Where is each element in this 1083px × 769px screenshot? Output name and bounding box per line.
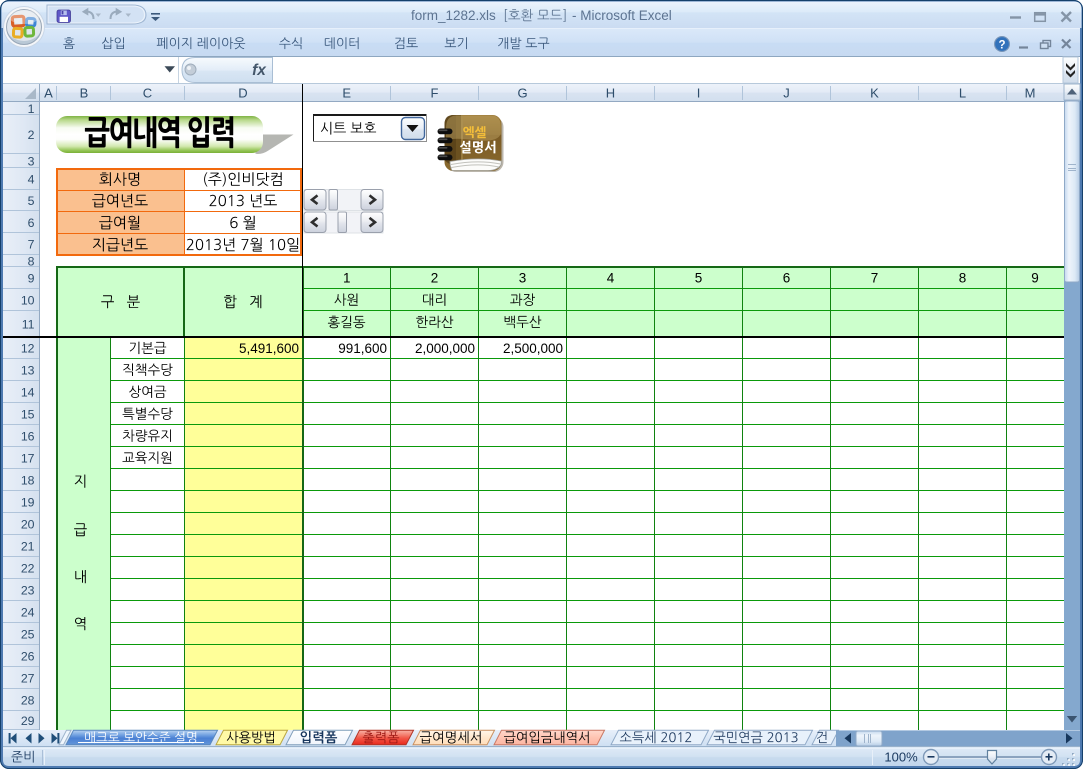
svg-text:fx: fx — [252, 62, 267, 79]
svg-text:form_1282.xls: form_1282.xls — [411, 8, 496, 23]
svg-text:27: 27 — [21, 671, 35, 685]
svg-text:2: 2 — [431, 271, 439, 286]
svg-text:F: F — [431, 86, 439, 101]
svg-text:24: 24 — [21, 605, 35, 619]
svg-text:A: A — [44, 86, 53, 101]
svg-text:3: 3 — [28, 154, 35, 168]
svg-text:4: 4 — [28, 172, 35, 186]
svg-text:18: 18 — [21, 473, 35, 487]
svg-text:991,600: 991,600 — [338, 341, 387, 356]
svg-text:9: 9 — [1031, 271, 1039, 286]
svg-text:1: 1 — [343, 271, 351, 286]
svg-text:100%: 100% — [884, 750, 918, 765]
svg-text:G: G — [517, 86, 527, 101]
svg-text:19: 19 — [21, 495, 35, 509]
svg-text:C: C — [143, 86, 152, 101]
svg-text:6: 6 — [783, 271, 791, 286]
svg-text:2,500,000: 2,500,000 — [503, 341, 563, 356]
svg-text:M: M — [1025, 86, 1036, 101]
svg-text:21: 21 — [21, 539, 35, 553]
svg-text:26: 26 — [21, 649, 35, 663]
svg-text:2,000,000: 2,000,000 — [415, 341, 475, 356]
svg-text:D: D — [238, 86, 247, 101]
svg-text:7: 7 — [871, 271, 879, 286]
svg-text:9: 9 — [28, 271, 35, 285]
svg-text:17: 17 — [21, 451, 35, 465]
svg-text:1: 1 — [28, 102, 35, 116]
svg-text:5: 5 — [28, 194, 35, 208]
svg-text:25: 25 — [21, 627, 35, 641]
svg-text:H: H — [606, 86, 615, 101]
svg-text:28: 28 — [21, 693, 35, 707]
svg-text:10: 10 — [21, 293, 35, 307]
svg-text:8: 8 — [28, 254, 35, 268]
svg-text:- Microsoft Excel: - Microsoft Excel — [572, 8, 672, 23]
svg-text:E: E — [342, 86, 351, 101]
svg-text:29: 29 — [21, 714, 35, 728]
svg-text:20: 20 — [21, 517, 35, 531]
svg-text:3: 3 — [519, 271, 527, 286]
svg-text:5: 5 — [695, 271, 703, 286]
svg-text:4: 4 — [607, 271, 615, 286]
svg-text:8: 8 — [959, 271, 967, 286]
svg-text:13: 13 — [21, 363, 35, 377]
svg-text:11: 11 — [22, 318, 35, 332]
svg-text:12: 12 — [21, 342, 35, 356]
svg-text:7: 7 — [28, 238, 35, 252]
svg-text:I: I — [697, 86, 701, 101]
svg-text:23: 23 — [21, 583, 35, 597]
svg-text:B: B — [80, 86, 89, 101]
svg-text:J: J — [783, 86, 790, 101]
svg-text:?: ? — [998, 40, 1005, 52]
svg-text:K: K — [870, 86, 879, 101]
svg-text:16: 16 — [21, 429, 35, 443]
svg-text:6: 6 — [28, 216, 35, 230]
svg-text:22: 22 — [21, 561, 35, 575]
svg-text:5,491,600: 5,491,600 — [239, 341, 299, 356]
svg-text:14: 14 — [21, 385, 35, 399]
svg-text:2: 2 — [28, 128, 35, 142]
svg-text:15: 15 — [21, 407, 35, 421]
svg-text:L: L — [959, 86, 966, 101]
